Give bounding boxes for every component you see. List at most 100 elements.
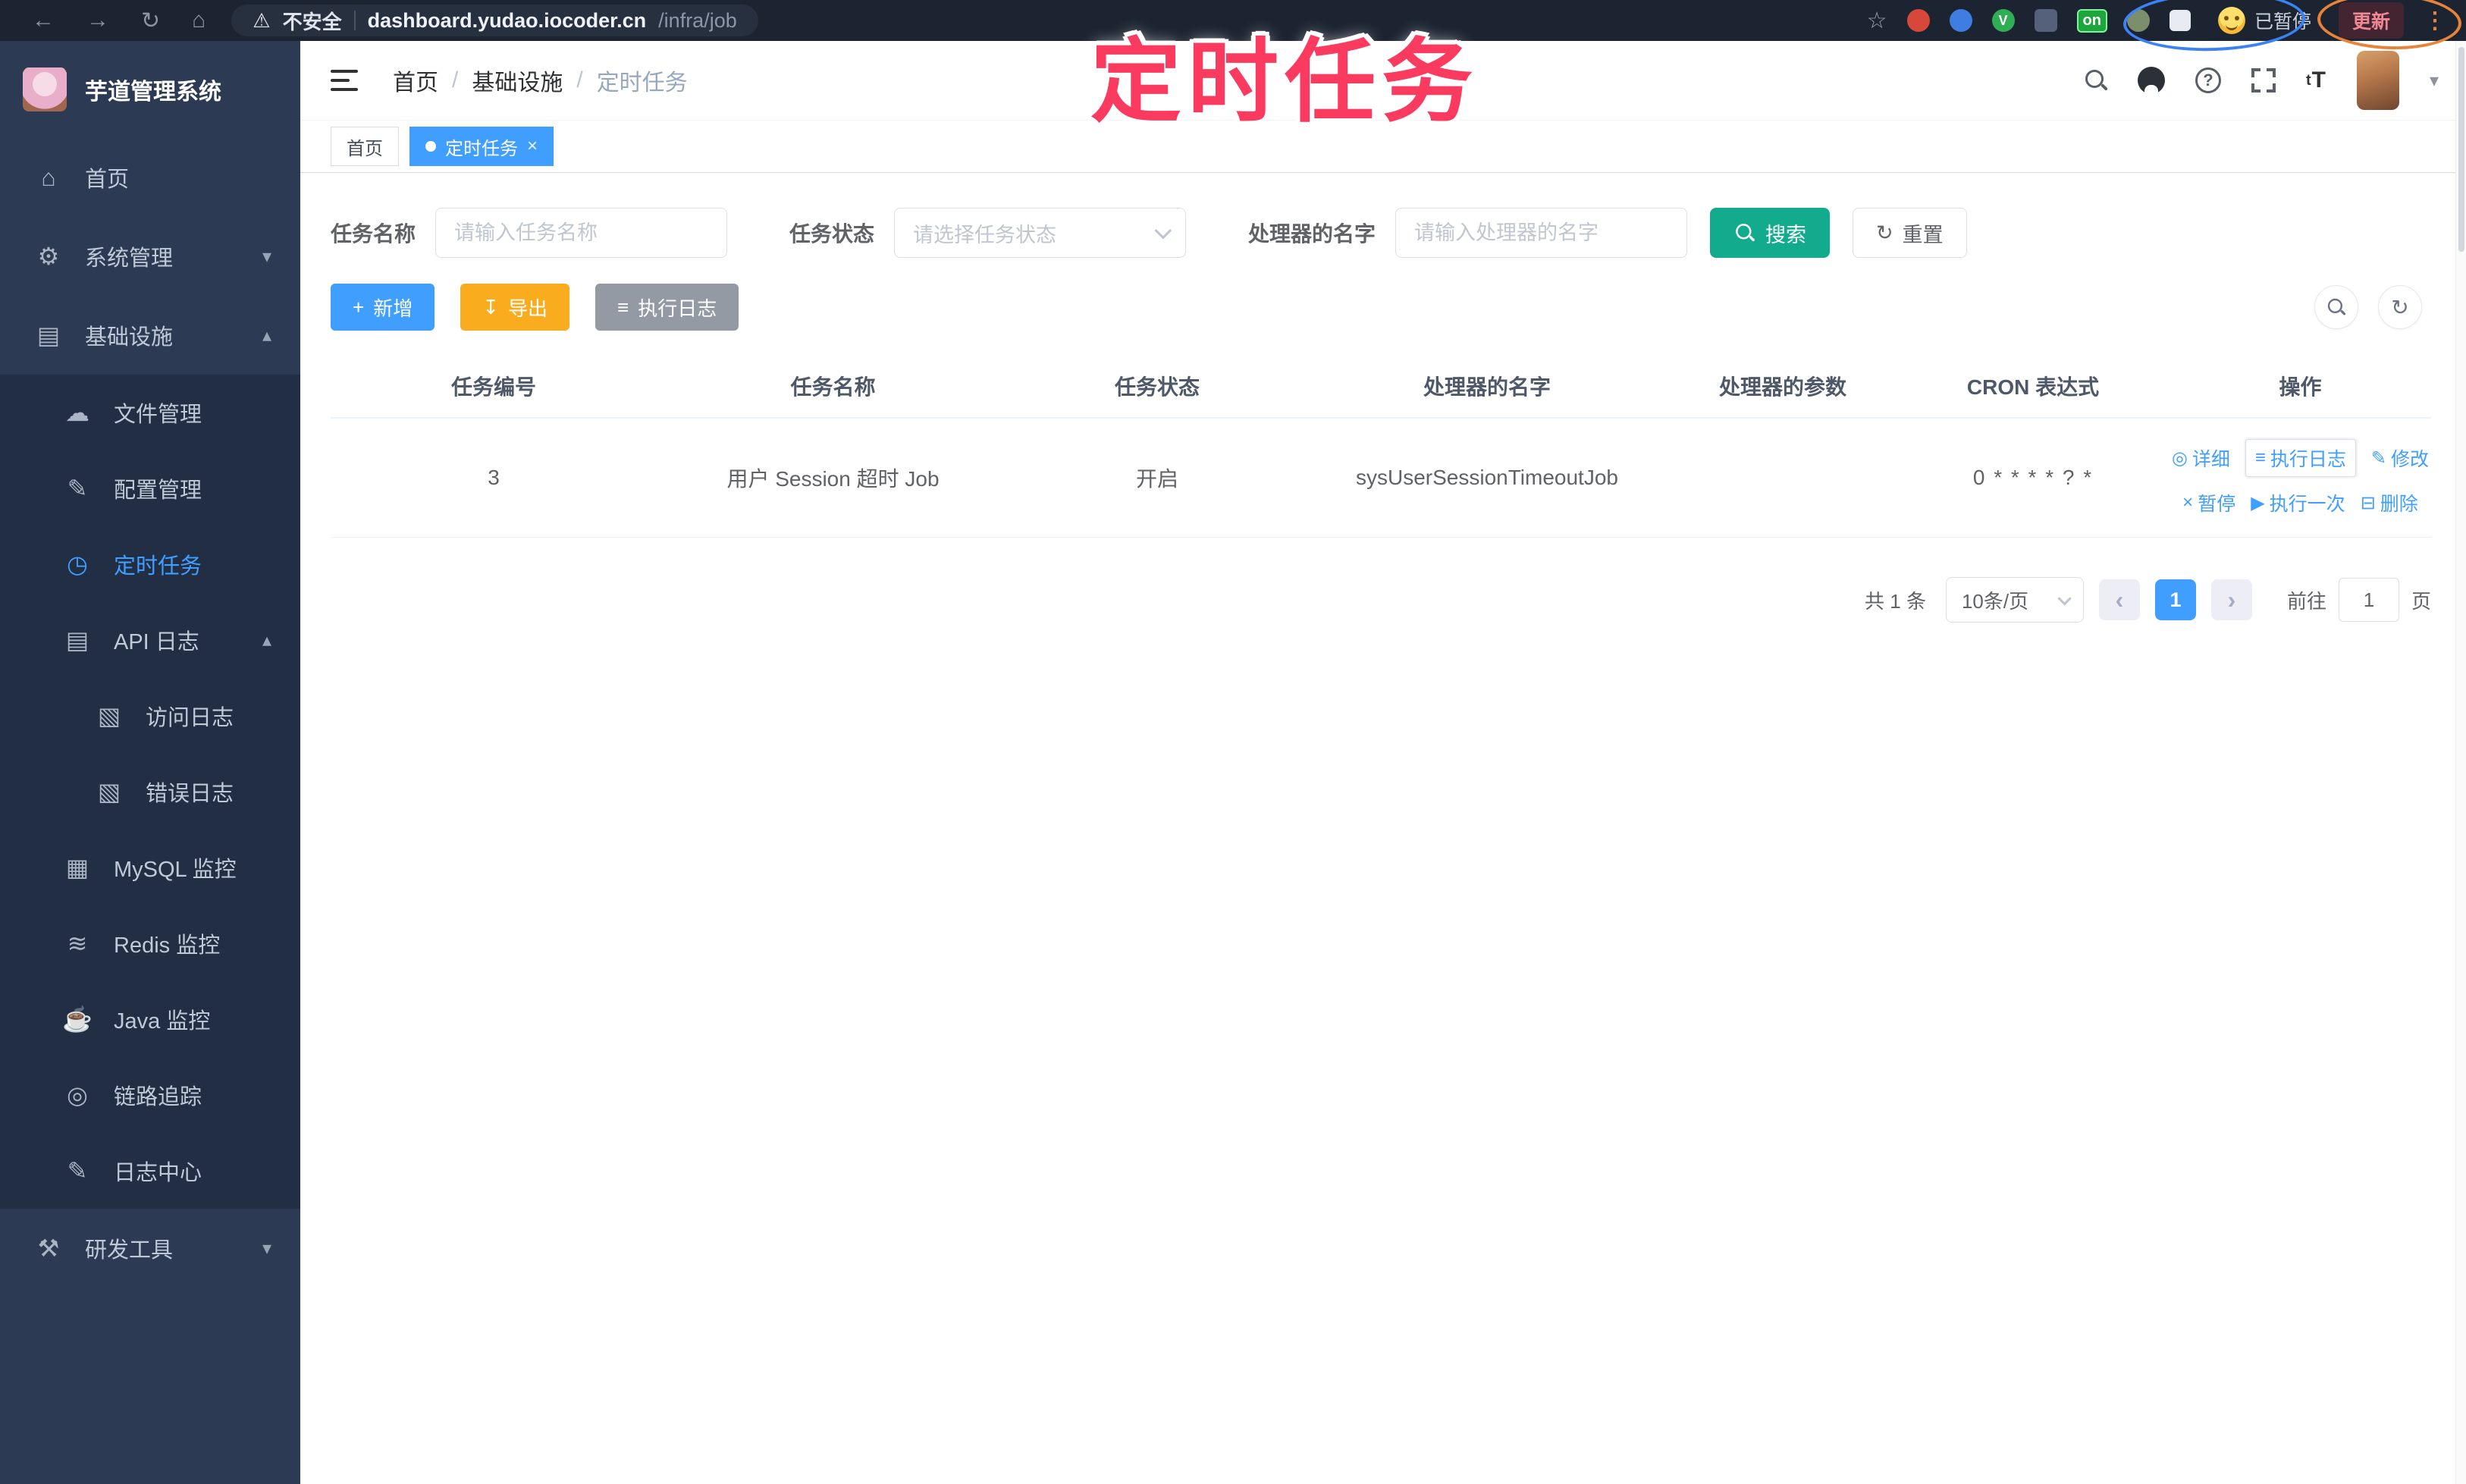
page-size-select[interactable]: 10条/页: [1945, 577, 2084, 623]
toggle-search-button[interactable]: [2314, 285, 2358, 329]
action-label: 执行一次: [2269, 494, 2345, 515]
tools-icon: ⚒: [37, 1235, 60, 1262]
extension-icon[interactable]: [1906, 9, 1930, 32]
chevron-up-icon: ▴: [262, 629, 271, 651]
github-icon[interactable]: [2137, 67, 2165, 94]
current-page-button[interactable]: 1: [2154, 579, 2196, 620]
back-button[interactable]: ←: [32, 8, 55, 33]
extension-grid-icon[interactable]: [2034, 9, 2057, 32]
edit-icon: ✎: [67, 475, 88, 502]
refresh-button[interactable]: ↻: [2378, 285, 2422, 329]
sidebar-item-首页[interactable]: ⌂ 首页: [0, 138, 300, 217]
play-icon: ▶: [2251, 492, 2265, 513]
warning-icon: ⚠: [253, 8, 271, 32]
action-修改[interactable]: ✎ 修改: [2371, 444, 2429, 472]
sidebar-collapse-icon[interactable]: [331, 70, 358, 91]
tab-定时任务[interactable]: 定时任务 ×: [409, 127, 554, 166]
breadcrumb-item[interactable]: 首页: [393, 64, 438, 97]
next-page-button[interactable]: ›: [2210, 579, 2252, 620]
schedule-icon: ◷: [67, 551, 88, 578]
sidebar-item-系统管理[interactable]: ⚙ 系统管理 ▾: [0, 217, 300, 296]
reload-button[interactable]: ↻: [141, 8, 160, 34]
action-详细[interactable]: ◎ 详细: [2172, 444, 2230, 472]
user-avatar[interactable]: [2356, 51, 2399, 110]
column-header: CRON 表达式: [1966, 375, 2100, 399]
sidebar-item-label: API 日志: [114, 630, 199, 654]
sidebar-item-基础设施[interactable]: ▤ 基础设施 ▴: [0, 296, 300, 375]
cell-handler-name: sysUserSessionTimeoutJob: [1305, 419, 1669, 537]
table-toolbar: + 新增 ↧ 导出 ≡ 执行日志 ↻: [331, 284, 2436, 331]
address-bar[interactable]: ⚠ 不安全 dashboard.yudao.iocoder.cn /infra/…: [231, 5, 758, 36]
add-button[interactable]: + 新增: [331, 284, 435, 331]
extension-icon[interactable]: [1949, 9, 1972, 32]
sidebar-item-API 日志[interactable]: ▤ API 日志 ▴: [0, 602, 300, 678]
sidebar-item-定时任务[interactable]: ◷ 定时任务: [0, 526, 300, 602]
url-path: /infra/job: [658, 8, 737, 32]
sidebar-item-访问日志[interactable]: ▧ 访问日志: [0, 678, 300, 754]
exec-log-button[interactable]: ≡ 执行日志: [595, 284, 739, 331]
action-暂停[interactable]: × 暂停: [2182, 489, 2235, 516]
navbar-right: ? tT ▾: [2085, 51, 2439, 110]
extension-on-badge[interactable]: on: [2076, 8, 2107, 33]
sidebar-item-链路追踪[interactable]: ◎ 链路追踪: [0, 1057, 300, 1133]
action-label: 执行日志: [2270, 449, 2346, 470]
main-area: 首页/基础设施/定时任务 ? tT ▾ 首页定时任务× 任务名称 任务状态 请选…: [300, 41, 2466, 1484]
table-tools: ↻: [2314, 285, 2436, 329]
export-button[interactable]: ↧ 导出: [460, 284, 570, 331]
chevron-down-icon: [1154, 221, 1172, 240]
paused-extension-badge[interactable]: 已暂停: [2210, 4, 2319, 37]
fullscreen-icon[interactable]: [2251, 68, 2276, 93]
extensions-puzzle-icon[interactable]: [2169, 10, 2191, 31]
sidebar-item-MySQL 监控[interactable]: ▦ MySQL 监控: [0, 830, 300, 905]
action-执行一次[interactable]: ▶ 执行一次: [2251, 489, 2345, 516]
job-table: 任务编号 任务名称 任务状态 处理器的名字 处理器的参数 CRON 表达式 操作 3 用户 S…: [331, 355, 2431, 538]
sidebar-item-Redis 监控[interactable]: ≋ Redis 监控: [0, 905, 300, 981]
sidebar-item-日志中心[interactable]: ✎ 日志中心: [0, 1133, 300, 1209]
column-header: 任务名称: [790, 375, 876, 399]
home-button[interactable]: ⌂: [192, 8, 206, 33]
sidebar-item-label: Java 监控: [114, 1009, 211, 1034]
handler-name-input[interactable]: [1395, 208, 1688, 258]
help-icon[interactable]: ?: [2195, 67, 2221, 93]
action-label: 详细: [2191, 449, 2230, 470]
search-button[interactable]: 搜索: [1710, 208, 1831, 258]
close-icon[interactable]: ×: [527, 136, 538, 157]
reset-button[interactable]: ↻ 重置: [1853, 208, 1967, 258]
sidebar-item-错误日志[interactable]: ▧ 错误日志: [0, 754, 300, 830]
pagination-total: 共 1 条: [1865, 589, 1926, 613]
forward-button[interactable]: →: [86, 8, 109, 33]
sidebar-item-Java 监控[interactable]: ☕ Java 监控: [0, 981, 300, 1057]
action-删除[interactable]: ⊟ 删除: [2361, 489, 2418, 516]
sidebar-item-文件管理[interactable]: ☁ 文件管理: [0, 375, 300, 450]
job-name-input[interactable]: [435, 208, 728, 258]
emoji-extension-icon: [2217, 7, 2245, 34]
browser-chrome: ← → ↻ ⌂ ⚠ 不安全 dashboard.yudao.iocoder.cn…: [0, 0, 2466, 55]
extension-icon[interactable]: [2126, 9, 2150, 32]
api-log-icon: ▤: [65, 626, 89, 654]
bookmark-star-icon[interactable]: ☆: [1867, 8, 1887, 34]
browser-toolbar-right: ☆ V on 已暂停 更新 ⋮: [1867, 0, 2466, 55]
browser-update-button[interactable]: 更新: [2338, 2, 2404, 39]
sidebar-item-配置管理[interactable]: ✎ 配置管理: [0, 450, 300, 526]
sidebar-logo-row[interactable]: 芋道管理系统: [0, 41, 300, 138]
goto-page-input[interactable]: [2338, 578, 2399, 622]
chevron-up-icon: ▴: [262, 325, 271, 346]
sidebar-item-研发工具[interactable]: ⚒ 研发工具 ▾: [0, 1209, 300, 1288]
scrollbar-thumb[interactable]: [2458, 47, 2464, 252]
prev-page-button[interactable]: ‹: [2098, 579, 2140, 620]
browser-menu-icon[interactable]: ⋮: [2424, 8, 2446, 34]
scrollbar[interactable]: [2455, 41, 2466, 1484]
sidebar-item-label: 日志中心: [114, 1161, 202, 1185]
job-status-label: 任务状态: [789, 222, 875, 246]
font-size-icon[interactable]: tT: [2306, 67, 2326, 93]
search-icon[interactable]: [2085, 69, 2107, 92]
breadcrumb-item[interactable]: 基础设施: [472, 64, 563, 97]
action-执行日志[interactable]: ≡ 执行日志: [2245, 439, 2356, 477]
submenu-block: ☁ 文件管理 ✎ 配置管理 ◷ 定时任务 ▤ API 日志 ▴ ▧ 访问日志 ▧ 错误日志 ▦ MySQL …: [0, 375, 300, 1209]
sidebar-item-label: 系统管理: [85, 246, 174, 271]
job-status-select[interactable]: 请选择任务状态: [894, 208, 1187, 258]
chevron-down-icon[interactable]: ▾: [2430, 70, 2439, 92]
tab-首页[interactable]: 首页: [331, 127, 399, 166]
column-header: 处理器的名字: [1423, 375, 1551, 399]
extension-icon[interactable]: V: [1991, 9, 2015, 32]
